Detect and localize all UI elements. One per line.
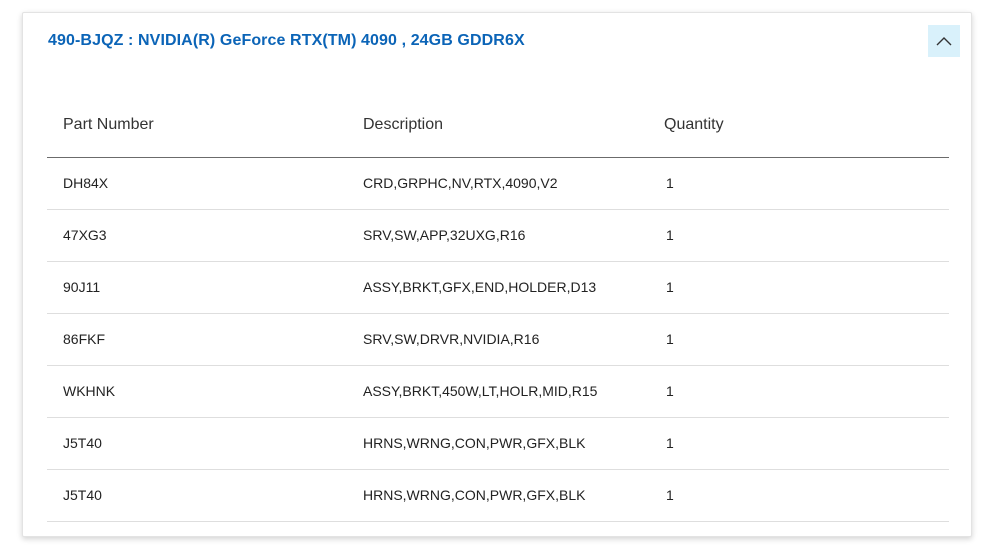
- quantity-cell: 1: [648, 209, 949, 262]
- part-number-cell: 90J11: [47, 261, 347, 314]
- table-header-row: Part Number Description Quantity: [47, 93, 949, 158]
- part-number-cell: J5T40: [47, 469, 347, 522]
- description-cell: CRD,GRPHC,NV,RTX,4090,V2: [347, 157, 648, 210]
- part-number-cell: 47XG3: [47, 209, 347, 262]
- table-row: DH84X CRD,GRPHC,NV,RTX,4090,V2 1: [47, 157, 949, 210]
- quantity-cell: 1: [648, 313, 949, 366]
- part-number-cell: DH84X: [47, 157, 347, 210]
- table-row: 47XG3 SRV,SW,APP,32UXG,R16 1: [47, 209, 949, 262]
- header-part-number: Part Number: [47, 93, 347, 158]
- quantity-cell: 1: [648, 261, 949, 314]
- quantity-cell: 1: [648, 157, 949, 210]
- description-cell: ASSY,BRKT,450W,LT,HOLR,MID,R15: [347, 365, 648, 418]
- description-cell: SRV,SW,DRVR,NVIDIA,R16: [347, 313, 648, 366]
- header-description: Description: [347, 93, 648, 158]
- header-quantity: Quantity: [648, 93, 949, 158]
- component-card: 490-BJQZ : NVIDIA(R) GeForce RTX(TM) 409…: [22, 12, 972, 537]
- table-row: 90J11 ASSY,BRKT,GFX,END,HOLDER,D13 1: [47, 261, 949, 314]
- quantity-cell: 1: [648, 365, 949, 418]
- collapse-button[interactable]: [928, 25, 960, 57]
- part-number-cell: J5T40: [47, 417, 347, 470]
- table-row: WKHNK ASSY,BRKT,450W,LT,HOLR,MID,R15 1: [47, 365, 949, 418]
- description-cell: SRV,SW,APP,32UXG,R16: [347, 209, 648, 262]
- quantity-cell: 1: [648, 469, 949, 522]
- card-title: 490-BJQZ : NVIDIA(R) GeForce RTX(TM) 409…: [48, 32, 525, 49]
- part-number-cell: 86FKF: [47, 313, 347, 366]
- quantity-cell: 1: [648, 417, 949, 470]
- table-row: J5T40 HRNS,WRNG,CON,PWR,GFX,BLK 1: [47, 469, 949, 522]
- table-row: 86FKF SRV,SW,DRVR,NVIDIA,R16 1: [47, 313, 949, 366]
- part-number-cell: WKHNK: [47, 365, 347, 418]
- description-cell: ASSY,BRKT,GFX,END,HOLDER,D13: [347, 261, 648, 314]
- chevron-up-icon: [936, 36, 952, 46]
- parts-table: Part Number Description Quantity DH84X C…: [47, 93, 949, 522]
- table-row: J5T40 HRNS,WRNG,CON,PWR,GFX,BLK 1: [47, 417, 949, 470]
- description-cell: HRNS,WRNG,CON,PWR,GFX,BLK: [347, 469, 648, 522]
- description-cell: HRNS,WRNG,CON,PWR,GFX,BLK: [347, 417, 648, 470]
